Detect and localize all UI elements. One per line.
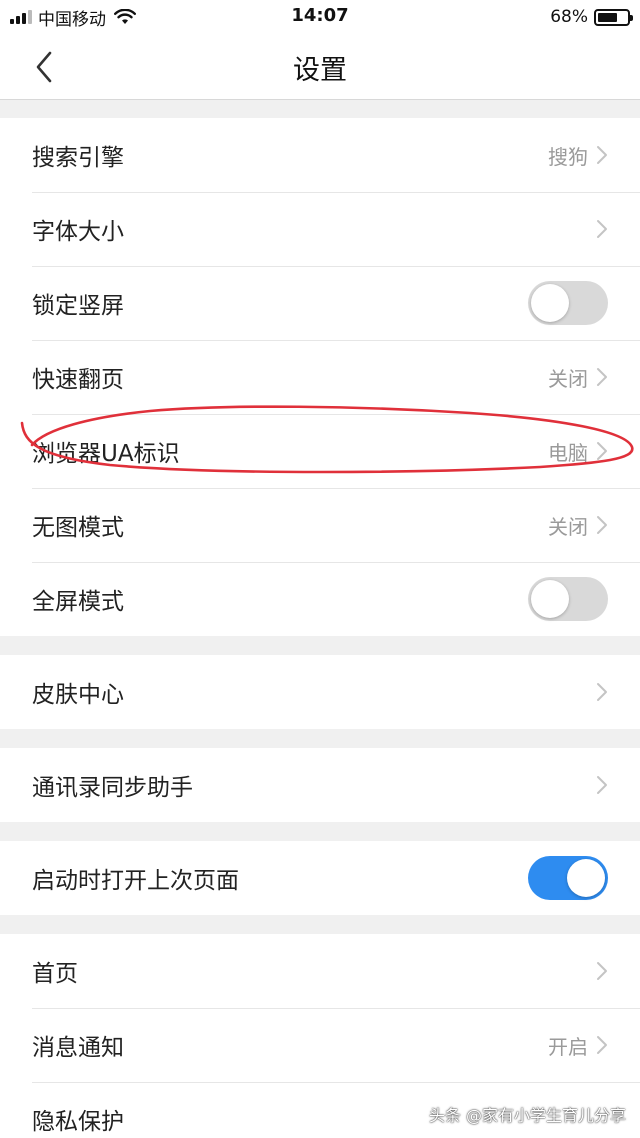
- battery-level: [598, 12, 618, 22]
- row-label: 全屏模式: [32, 589, 124, 615]
- chevron-right-icon: [597, 146, 607, 164]
- toggle-knob: [531, 580, 569, 618]
- row-browser-ua[interactable]: 浏览器UA标识 电脑: [0, 414, 640, 488]
- row-value: 开启: [548, 1034, 588, 1059]
- row-label: 浏览器UA标识: [32, 441, 180, 467]
- settings-section-contacts: 通讯录同步助手: [0, 748, 640, 822]
- row-value: 关闭: [548, 514, 588, 539]
- row-label: 通讯录同步助手: [32, 775, 193, 801]
- chevron-right-icon: [597, 1036, 607, 1054]
- navigation-bar: 设置: [0, 34, 640, 100]
- settings-section-general: 搜索引擎 搜狗 字体大小 锁定竖屏 快速翻页 关闭 浏览器UA标识 电脑 无图模…: [0, 118, 640, 636]
- row-label: 字体大小: [32, 219, 124, 245]
- row-lock-portrait: 锁定竖屏: [0, 266, 640, 340]
- status-time: 14:07: [291, 5, 349, 26]
- fullscreen-toggle[interactable]: [528, 577, 608, 621]
- row-label: 锁定竖屏: [32, 293, 124, 319]
- chevron-right-icon: [597, 220, 607, 238]
- row-no-image-mode[interactable]: 无图模式 关闭: [0, 488, 640, 562]
- row-font-size[interactable]: 字体大小: [0, 192, 640, 266]
- row-restore-last-page: 启动时打开上次页面: [0, 841, 640, 915]
- page-title: 设置: [293, 55, 347, 86]
- chevron-right-icon: [597, 962, 607, 980]
- row-value: 电脑: [548, 440, 588, 465]
- row-label: 无图模式: [32, 515, 124, 541]
- watermark: 头条 @家有小学生育儿分享: [428, 1106, 626, 1125]
- chevron-right-icon: [597, 516, 607, 534]
- row-label: 快速翻页: [32, 367, 124, 393]
- battery-icon: [594, 8, 633, 26]
- lock-portrait-toggle[interactable]: [528, 281, 608, 325]
- row-skin-center[interactable]: 皮肤中心: [0, 655, 640, 729]
- chevron-right-icon: [597, 776, 607, 794]
- chevron-right-icon: [597, 683, 607, 701]
- chevron-right-icon: [597, 368, 607, 386]
- status-bar: 中国移动 14:07 68%: [0, 0, 640, 34]
- row-fullscreen-mode: 全屏模式: [0, 562, 640, 636]
- toggle-knob: [531, 284, 569, 322]
- row-homepage[interactable]: 首页: [0, 934, 640, 1008]
- row-label: 启动时打开上次页面: [32, 868, 239, 894]
- row-contacts-sync[interactable]: 通讯录同步助手: [0, 748, 640, 822]
- battery-percentage: 68%: [550, 7, 588, 27]
- row-value: 搜狗: [548, 144, 588, 169]
- row-label: 消息通知: [32, 1035, 124, 1061]
- row-value: 关闭: [548, 366, 588, 391]
- row-label: 皮肤中心: [32, 682, 124, 708]
- settings-section-skin: 皮肤中心: [0, 655, 640, 729]
- row-quick-page-turn[interactable]: 快速翻页 关闭: [0, 340, 640, 414]
- row-label: 首页: [32, 961, 78, 987]
- chevron-right-icon: [597, 442, 607, 460]
- restore-last-page-toggle[interactable]: [528, 856, 608, 900]
- row-label: 搜索引擎: [32, 145, 124, 171]
- toggle-knob: [567, 859, 605, 897]
- status-right: 68%: [550, 6, 633, 28]
- row-notifications[interactable]: 消息通知 开启: [0, 1008, 640, 1082]
- row-search-engine[interactable]: 搜索引擎 搜狗: [0, 118, 640, 192]
- settings-section-startup: 启动时打开上次页面: [0, 841, 640, 915]
